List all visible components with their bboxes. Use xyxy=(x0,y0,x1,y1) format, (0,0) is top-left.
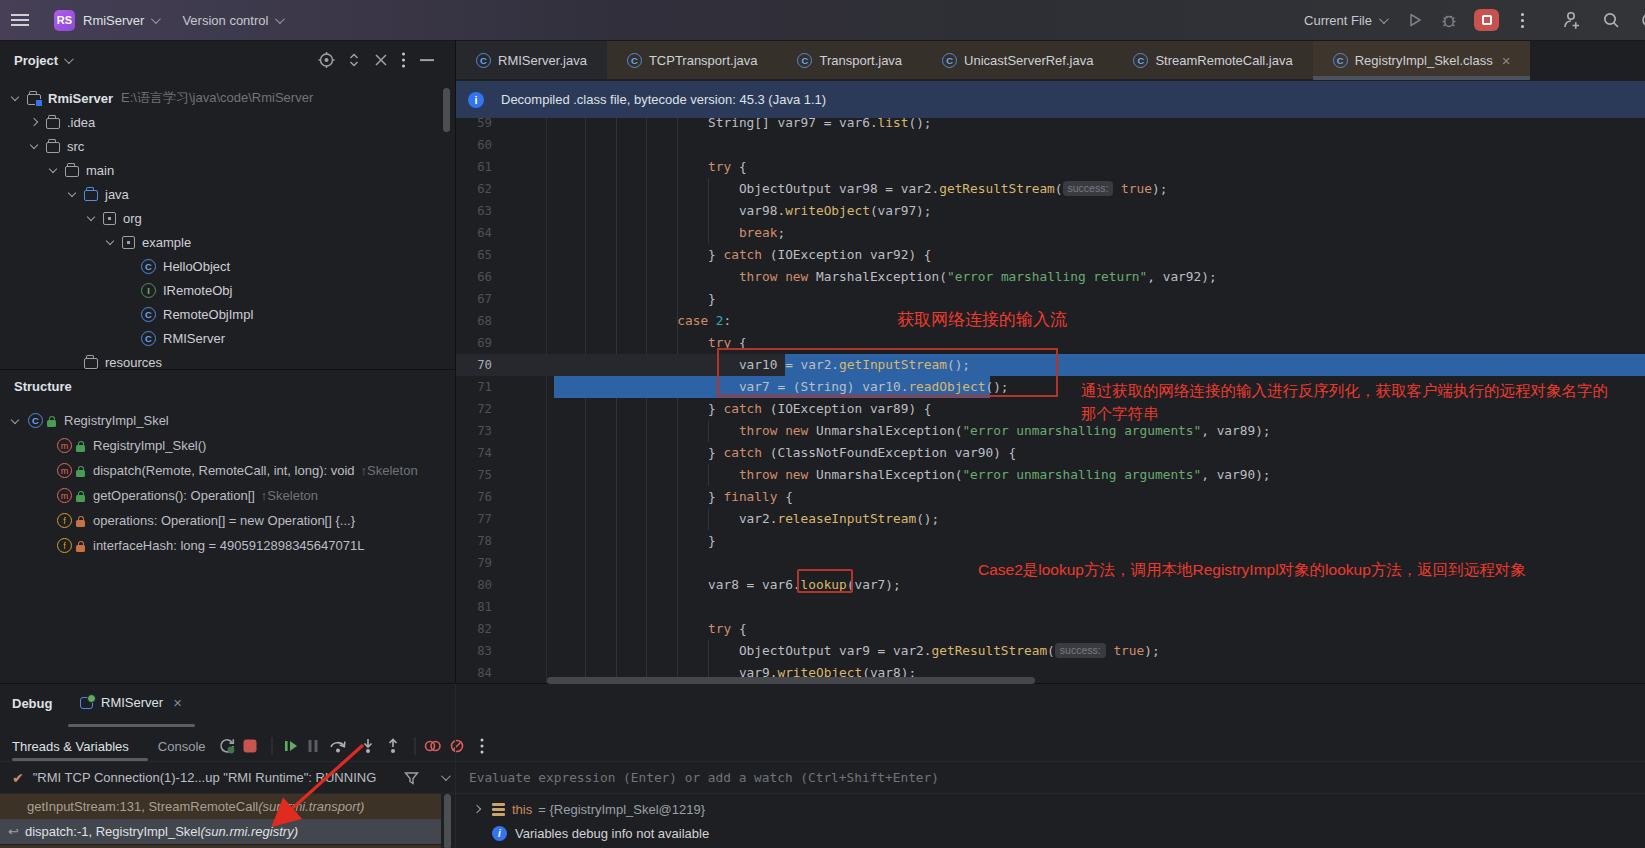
annotation-arrow xyxy=(0,0,1645,848)
